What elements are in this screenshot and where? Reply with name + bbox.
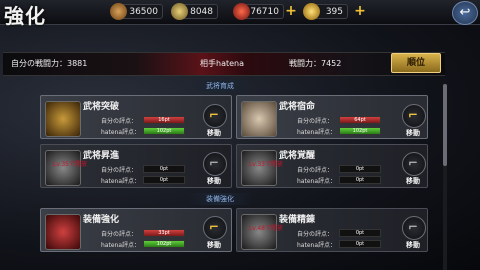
self-score-bar: 0pt (143, 165, 185, 173)
general-portrait-icon (241, 101, 277, 137)
opponent-score-bar: 0pt (339, 176, 381, 184)
resource-orb-value: 76710 (250, 7, 279, 17)
opponent-score-bar: 102pt (339, 127, 381, 135)
self-score-label: 自分の評点： (101, 231, 138, 238)
unlock-level-text: Lv.35で開放 (53, 161, 87, 168)
move-button-equipment-enhance[interactable]: ⌐ 移動 (199, 216, 229, 254)
card-title: 武将昇進 (83, 151, 120, 161)
scrollbar[interactable] (443, 84, 447, 270)
awakening-icon (241, 150, 277, 186)
opponent-score-label: hatena評点： (297, 242, 337, 249)
self-score-bar: 33pt (143, 229, 185, 237)
equipment-enhance-icon (45, 214, 81, 250)
move-button-equipment-refine[interactable]: ⌐ 移動 (398, 216, 428, 254)
rank-button[interactable]: 順位 (391, 53, 441, 73)
gear-icon: ⌐ (402, 152, 426, 176)
scrollbar-thumb[interactable] (443, 84, 447, 166)
resource-gem: 395 (303, 3, 348, 20)
self-score-label: 自分の評点： (101, 118, 138, 125)
resource-coin-value: 8048 (190, 7, 213, 17)
card-title: 武将覚醒 (279, 151, 316, 161)
top-bar: 強化 36500 8048 76710 + 395 + ↩ (0, 0, 480, 28)
resource-orb: 76710 (233, 3, 284, 20)
section-equipment-header: 装備強化 (0, 193, 440, 205)
resource-chest-value: 36500 (129, 7, 158, 17)
opponent-score-bar: 0pt (143, 176, 185, 184)
move-button-awakening[interactable]: ⌐ 移動 (398, 152, 428, 190)
opponent-score-label: hatena評点： (101, 178, 141, 185)
opponent-score-bar: 102pt (143, 127, 185, 135)
self-power: 自分の戦闘力：3881 (11, 59, 88, 68)
move-button-promotion[interactable]: ⌐ 移動 (199, 152, 229, 190)
self-score-label: 自分の評点： (297, 118, 334, 125)
gear-icon: ⌐ (402, 104, 426, 128)
orb-icon (233, 3, 250, 20)
opponent-score-label: hatena評点： (101, 242, 141, 249)
self-score-label: 自分の評点： (101, 167, 138, 174)
equipment-refine-icon (241, 214, 277, 250)
breakthrough-icon (45, 101, 81, 137)
chest-icon (110, 3, 127, 20)
move-button-destiny[interactable]: ⌐ 移動 (398, 104, 428, 142)
resource-chest: 36500 (110, 3, 163, 20)
gear-icon: ⌐ (203, 216, 227, 240)
gear-icon: ⌐ (203, 152, 227, 176)
card-title: 武将突破 (83, 102, 120, 112)
unlock-level-text: Lv.48で開放 (249, 225, 283, 232)
opponent-score-label: hatena評点： (297, 129, 337, 136)
gem-icon (303, 3, 320, 20)
page-title: 強化 (4, 4, 46, 28)
card-title: 装備精錬 (279, 215, 316, 225)
self-score-bar: 16pt (143, 116, 185, 124)
promotion-icon (45, 150, 81, 186)
self-score-bar: 0pt (339, 165, 381, 173)
back-button[interactable]: ↩ (452, 1, 478, 25)
resource-gem-value: 395 (325, 7, 343, 17)
move-button-breakthrough[interactable]: ⌐ 移動 (199, 104, 229, 142)
section-general-header: 武将育成 (0, 80, 440, 92)
card-title: 装備強化 (83, 215, 120, 225)
add-gem-button[interactable]: + (354, 4, 366, 18)
self-score-label: 自分の評点： (297, 167, 334, 174)
opponent-score-label: hatena評点： (297, 178, 337, 185)
unlock-level-text: Lv.33で開放 (249, 161, 283, 168)
gear-icon: ⌐ (203, 104, 227, 128)
opponent-name: 相手hatena (200, 59, 245, 68)
self-score-bar: 64pt (339, 116, 381, 124)
self-score-bar: 0pt (339, 229, 381, 237)
opponent-power: 戦闘力：7452 (289, 59, 342, 68)
power-bar: 自分の戦闘力：3881 相手hatena 戦闘力：7452 (3, 52, 445, 76)
coin-icon (171, 3, 188, 20)
opponent-score-bar: 0pt (339, 240, 381, 248)
opponent-score-bar: 102pt (143, 240, 185, 248)
card-title: 武将宿命 (279, 102, 316, 112)
back-arrow-icon: ↩ (459, 5, 471, 20)
resource-coin: 8048 (171, 3, 218, 20)
opponent-score-label: hatena評点： (101, 129, 141, 136)
gear-icon: ⌐ (402, 216, 426, 240)
add-orb-button[interactable]: + (285, 4, 297, 18)
self-score-label: 自分の評点： (297, 231, 334, 238)
